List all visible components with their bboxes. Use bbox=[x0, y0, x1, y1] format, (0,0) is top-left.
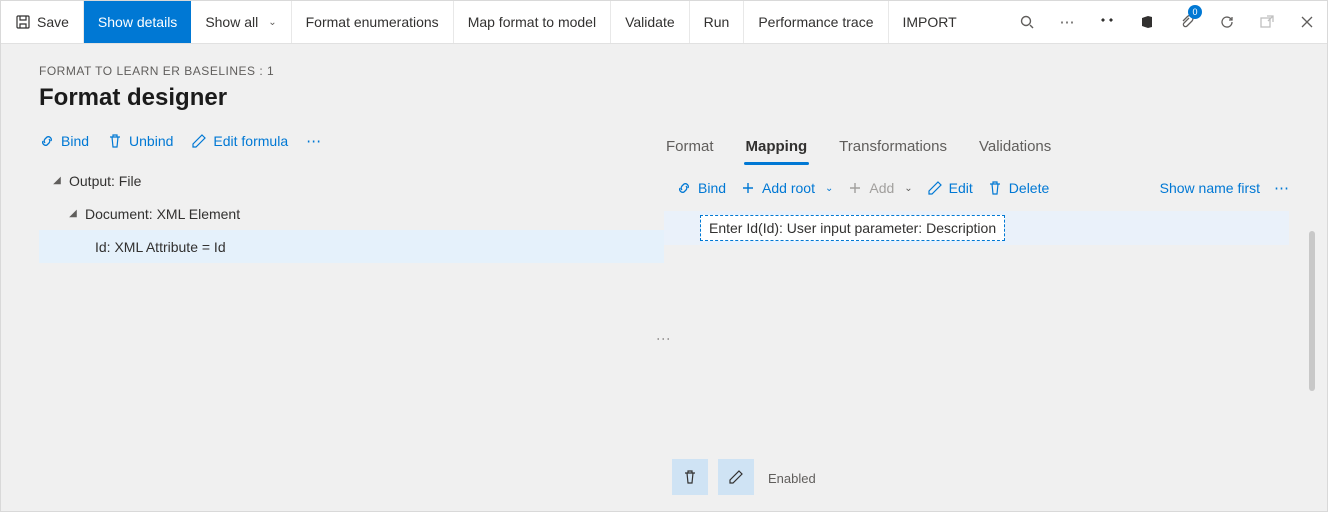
pencil-icon bbox=[927, 180, 943, 196]
spacer bbox=[971, 1, 1007, 43]
breadcrumb: FORMAT TO LEARN ER BASELINES : 1 bbox=[39, 64, 1289, 78]
add-button: Add ⌄ bbox=[847, 180, 912, 196]
format-enumerations-button[interactable]: Format enumerations bbox=[292, 1, 454, 43]
tab-transformations[interactable]: Transformations bbox=[837, 134, 949, 167]
pencil-icon bbox=[728, 469, 744, 485]
enabled-label: Enabled bbox=[768, 471, 816, 486]
content-area: FORMAT TO LEARN ER BASELINES : 1 Format … bbox=[1, 44, 1327, 511]
mapping-value: Enter Id(Id): User input parameter: Desc… bbox=[700, 215, 1005, 241]
refresh-button[interactable] bbox=[1207, 1, 1247, 44]
show-details-label: Show details bbox=[98, 14, 177, 30]
more-icon: ⋯ bbox=[306, 132, 321, 150]
edit-button[interactable]: Edit bbox=[927, 180, 973, 196]
toolbar-right: ⋯ 0 bbox=[1007, 1, 1327, 43]
trash-icon bbox=[682, 469, 698, 485]
footer-edit-button[interactable] bbox=[718, 459, 754, 495]
footer-row: Enabled bbox=[672, 453, 1289, 511]
open-icon bbox=[1259, 14, 1275, 30]
top-toolbar: Save Show details Show all ⌄ Format enum… bbox=[1, 1, 1327, 44]
link-icon bbox=[676, 180, 692, 196]
save-icon bbox=[15, 14, 31, 30]
pencil-icon bbox=[191, 133, 207, 149]
trash-icon bbox=[107, 133, 123, 149]
import-button[interactable]: IMPORT bbox=[889, 1, 971, 43]
add-root-button[interactable]: Add root ⌄ bbox=[740, 180, 833, 196]
diamond-icon bbox=[1099, 14, 1115, 30]
diamond-button[interactable] bbox=[1087, 1, 1127, 44]
trash-icon bbox=[987, 180, 1003, 196]
show-details-button[interactable]: Show details bbox=[84, 1, 191, 43]
collapse-icon[interactable]: ◢ bbox=[65, 206, 81, 222]
tree-node-id[interactable]: Id: XML Attribute = Id bbox=[39, 230, 664, 263]
refresh-icon bbox=[1219, 14, 1235, 30]
footer-delete-button[interactable] bbox=[672, 459, 708, 495]
show-all-label: Show all bbox=[205, 14, 258, 30]
more-icon: ⋯ bbox=[1274, 179, 1289, 197]
left-actions: Bind Unbind Edit formula ⋯ bbox=[39, 126, 664, 164]
bind-button[interactable]: Bind bbox=[39, 133, 89, 149]
show-name-first-link[interactable]: Show name first bbox=[1160, 180, 1260, 196]
tab-validations[interactable]: Validations bbox=[977, 134, 1053, 167]
search-button[interactable] bbox=[1007, 1, 1047, 44]
map-format-button[interactable]: Map format to model bbox=[454, 1, 611, 43]
run-button[interactable]: Run bbox=[690, 1, 745, 43]
right-actions: Bind Add root ⌄ Add ⌄ Edit bbox=[664, 167, 1289, 211]
more-button[interactable]: ⋯ bbox=[1047, 1, 1087, 44]
right-tabs: Format Mapping Transformations Validatio… bbox=[664, 126, 1289, 167]
plus-icon bbox=[847, 180, 863, 196]
collapse-icon[interactable]: ◢ bbox=[49, 173, 65, 189]
office-button[interactable] bbox=[1127, 1, 1167, 44]
office-icon bbox=[1139, 14, 1155, 30]
split-panes: Bind Unbind Edit formula ⋯ ◢ Output: Fil… bbox=[39, 126, 1289, 511]
close-button[interactable] bbox=[1287, 1, 1327, 44]
open-button[interactable] bbox=[1247, 1, 1287, 44]
link-icon bbox=[39, 133, 55, 149]
more-icon: ⋯ bbox=[1060, 13, 1075, 31]
chevron-down-icon: ⌄ bbox=[268, 17, 276, 28]
right-bind-button[interactable]: Bind bbox=[676, 180, 726, 196]
more-left-button[interactable]: ⋯ bbox=[306, 132, 321, 150]
chevron-down-icon: ⌄ bbox=[904, 183, 912, 194]
chevron-down-icon: ⌄ bbox=[825, 183, 833, 194]
tree-node-output[interactable]: ◢ Output: File bbox=[39, 164, 664, 197]
search-icon bbox=[1019, 14, 1035, 30]
edit-formula-button[interactable]: Edit formula bbox=[191, 133, 288, 149]
plus-icon bbox=[740, 180, 756, 196]
attachment-button[interactable]: 0 bbox=[1167, 1, 1207, 44]
scrollbar[interactable] bbox=[1309, 231, 1315, 391]
badge-count: 0 bbox=[1188, 5, 1202, 19]
show-all-dropdown[interactable]: Show all ⌄ bbox=[191, 1, 291, 43]
performance-trace-button[interactable]: Performance trace bbox=[744, 1, 888, 43]
right-pane: Format Mapping Transformations Validatio… bbox=[664, 126, 1289, 511]
mapping-row[interactable]: Enter Id(Id): User input parameter: Desc… bbox=[664, 211, 1289, 245]
tree-node-document[interactable]: ◢ Document: XML Element bbox=[39, 197, 664, 230]
tab-format[interactable]: Format bbox=[664, 134, 716, 167]
left-pane: Bind Unbind Edit formula ⋯ ◢ Output: Fil… bbox=[39, 126, 664, 511]
format-tree: ◢ Output: File ◢ Document: XML Element I… bbox=[39, 164, 664, 263]
page-title: Format designer bbox=[39, 84, 1289, 112]
delete-button[interactable]: Delete bbox=[987, 180, 1049, 196]
save-button[interactable]: Save bbox=[1, 1, 84, 43]
validate-button[interactable]: Validate bbox=[611, 1, 690, 43]
more-right-button[interactable]: ⋯ bbox=[1274, 179, 1289, 197]
save-label: Save bbox=[37, 14, 69, 30]
close-icon bbox=[1300, 15, 1314, 29]
unbind-button[interactable]: Unbind bbox=[107, 133, 173, 149]
tab-mapping[interactable]: Mapping bbox=[744, 134, 810, 167]
